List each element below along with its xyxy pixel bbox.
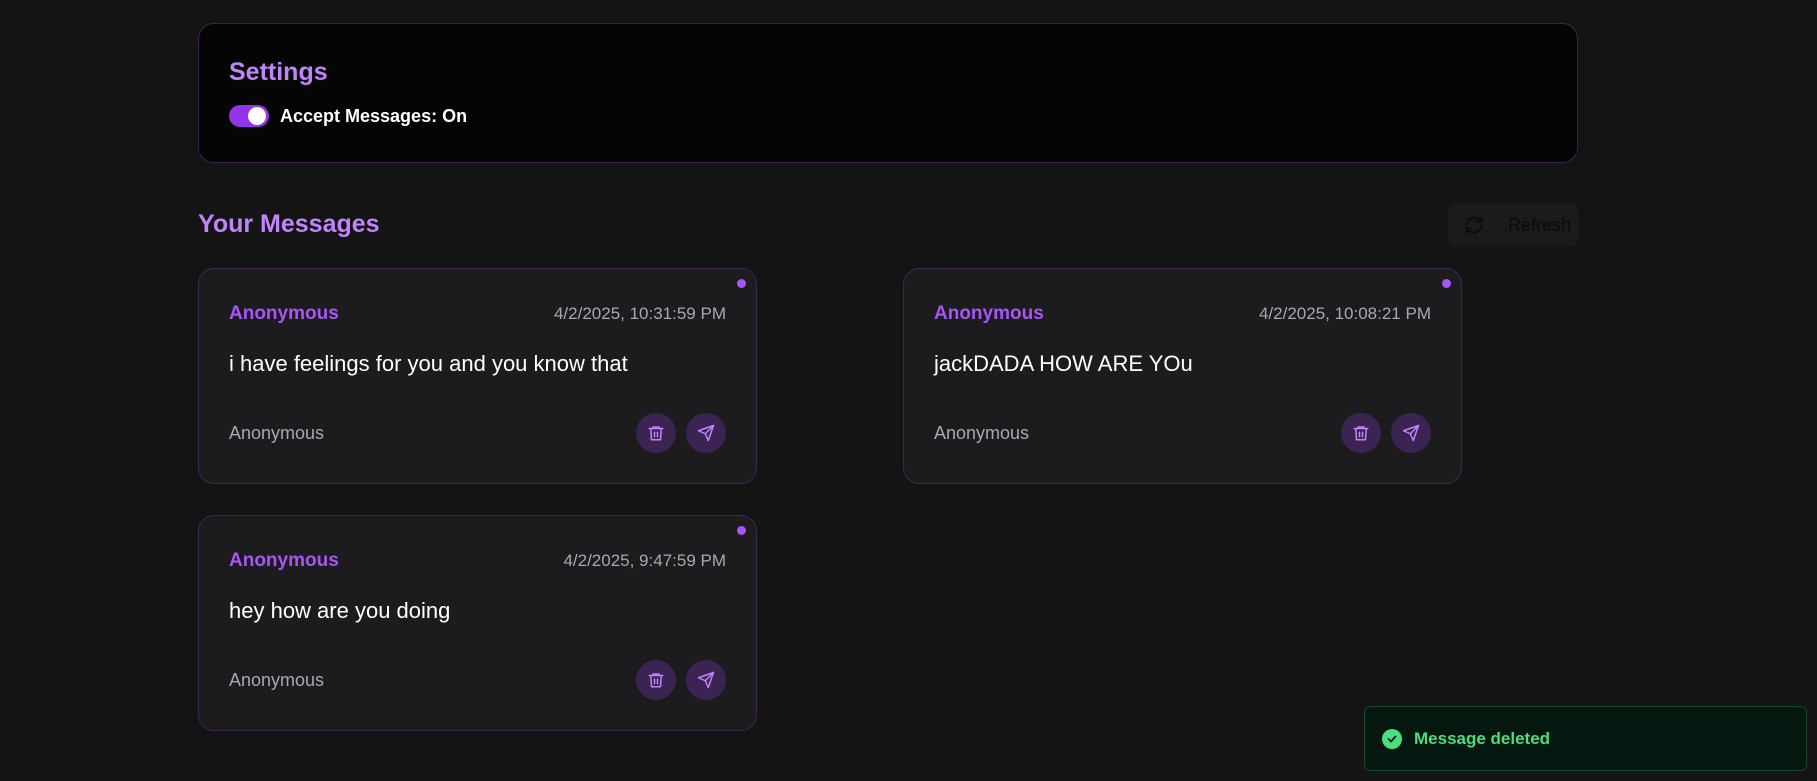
send-icon [697,671,715,689]
refresh-button[interactable]: Refresh [1448,203,1578,247]
message-header: Anonymous 4/2/2025, 10:31:59 PM [229,303,726,325]
message-actions [1341,413,1431,453]
reply-message-button[interactable] [1391,413,1431,453]
message-card: Anonymous 4/2/2025, 10:08:21 PM jackDADA… [903,268,1462,484]
message-text: i have feelings for you and you know tha… [229,351,628,376]
accept-messages-row: Accept Messages: On [229,105,1547,127]
message-header: Anonymous 4/2/2025, 10:08:21 PM [934,303,1431,325]
message-footer: Anonymous [229,660,726,700]
message-card: Anonymous 4/2/2025, 9:47:59 PM hey how a… [198,515,757,731]
message-date: 4/2/2025, 9:47:59 PM [563,551,726,570]
message-actions [636,660,726,700]
message-sender: Anonymous [229,669,325,690]
trash-icon [1353,426,1369,441]
message-date: 4/2/2025, 10:08:21 PM [1258,304,1431,323]
check-circle-icon [1382,728,1402,749]
toast-message: Message deleted [1414,728,1551,748]
reply-message-button[interactable] [686,660,726,700]
unread-dot [1442,279,1451,288]
delete-message-button[interactable] [636,660,676,700]
trash-icon [648,426,664,441]
message-sender: Anonymous [229,422,325,443]
unread-dot [737,526,746,535]
message-header: Anonymous 4/2/2025, 9:47:59 PM [229,550,726,572]
reply-message-button[interactable] [686,413,726,453]
message-sender: Anonymous [934,422,1030,443]
refresh-icon [1465,216,1483,234]
delete-message-button[interactable] [1341,413,1381,453]
delete-message-button[interactable] [636,413,676,453]
message-author: Anonymous [229,550,339,571]
trash-icon [648,673,664,688]
message-actions [636,413,726,453]
toggle-knob [248,107,266,125]
message-author: Anonymous [229,303,339,324]
send-icon [1402,424,1420,442]
message-footer: Anonymous [229,413,726,453]
settings-panel: Settings Accept Messages: On [198,23,1578,163]
message-date: 4/2/2025, 10:31:59 PM [553,304,726,323]
toast-notification: Message deleted [1364,706,1807,771]
message-text: jackDADA HOW ARE YOu [934,351,1193,376]
message-footer: Anonymous [934,413,1431,453]
message-author: Anonymous [934,303,1044,324]
refresh-label: Refresh [1508,214,1572,235]
message-text: hey how are you doing [229,598,451,623]
unread-dot [737,279,746,288]
message-card: Anonymous 4/2/2025, 10:31:59 PM i have f… [198,268,757,484]
send-icon [697,424,715,442]
messages-section-title: Your Messages [198,210,380,238]
accept-messages-label: Accept Messages: On [280,105,468,126]
accept-messages-toggle[interactable] [229,105,269,127]
settings-title: Settings [229,58,328,86]
